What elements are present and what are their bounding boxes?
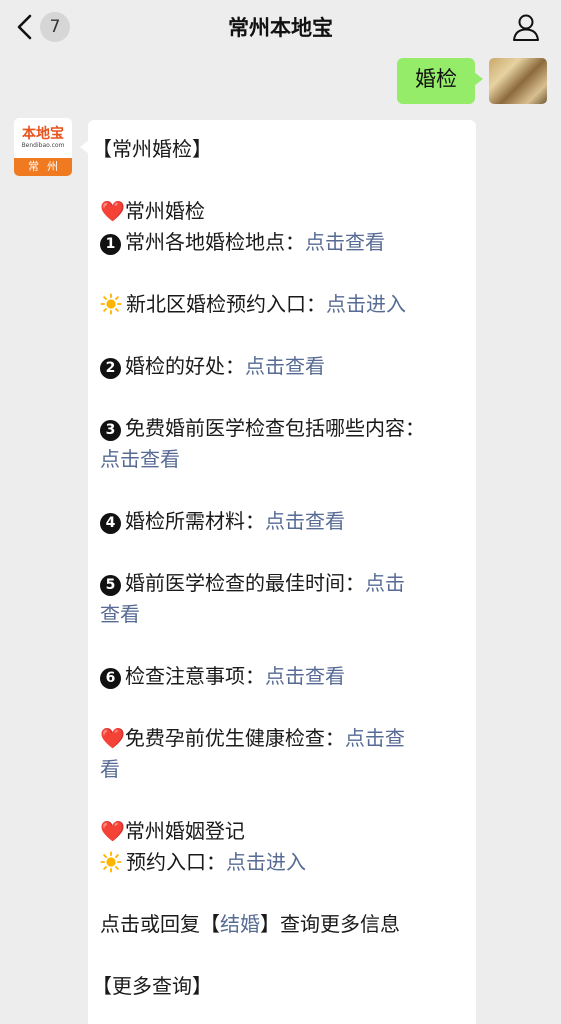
list-item: 5 婚前医学检查的最佳时间：点击 [100, 568, 464, 599]
list-item: 6 检查注意事项：点击查看 [100, 661, 464, 692]
logo-domain: Bendibao.com [21, 142, 65, 149]
navigation-bar: 7 常州本地宝 [0, 0, 561, 54]
section-title: ❤️常州婚姻登记 [100, 819, 245, 843]
view-link[interactable]: 点击查看 [265, 664, 345, 688]
keyword-link[interactable]: 结婚 [220, 912, 260, 936]
list-item: 预约入口：点击进入 [100, 847, 464, 878]
message-footer: 【更多查询】 [92, 974, 212, 998]
view-link[interactable]: 点击查看 [100, 447, 180, 471]
number-six-icon: 6 [100, 668, 121, 689]
sent-message-bubble[interactable]: 婚检 [397, 58, 483, 104]
number-three-icon: 3 [100, 420, 121, 441]
view-link[interactable]: 点击查 [345, 726, 405, 750]
heart-icon: ❤️ [100, 726, 125, 750]
number-five-icon: 5 [100, 575, 121, 596]
list-item: ❤️免费孕前优生健康检查：点击查 [100, 726, 405, 750]
view-link[interactable]: 点击查看 [305, 230, 385, 254]
list-item: 2 婚检的好处：点击查看 [100, 351, 464, 382]
view-link-continued[interactable]: 看 [100, 757, 120, 781]
sun-icon [100, 851, 122, 873]
number-four-icon: 4 [100, 513, 121, 534]
sent-message-row: 婚检 [397, 58, 547, 104]
chat-title: 常州本地宝 [228, 16, 333, 40]
person-icon[interactable] [511, 12, 541, 42]
heart-icon: ❤️ [100, 199, 125, 223]
view-link[interactable]: 点击查看 [265, 509, 345, 533]
number-one-icon: 1 [100, 234, 121, 255]
list-item: 4 婚检所需材料：点击查看 [100, 506, 464, 537]
official-account-avatar[interactable]: 本地宝 Bendibao.com 常州 [14, 118, 72, 176]
logo: 本地宝 Bendibao.com [14, 118, 72, 158]
enter-link[interactable]: 点击进入 [326, 292, 406, 316]
sun-icon [100, 293, 122, 315]
reply-hint: 点击或回复【结婚】查询更多信息 [100, 912, 400, 936]
number-two-icon: 2 [100, 358, 121, 379]
list-item: 1 常州各地婚检地点：点击查看 [100, 227, 464, 258]
list-item: 3 免费婚前医学检查包括哪些内容： [100, 413, 464, 444]
list-item: 新北区婚检预约入口：点击进入 [100, 289, 464, 320]
logo-text: 本地宝 [22, 126, 64, 142]
message-header: 【常州婚检】 [92, 137, 212, 161]
view-link[interactable]: 点击查看 [245, 354, 325, 378]
logo-city: 常州 [14, 158, 72, 176]
enter-link[interactable]: 点击进入 [226, 850, 306, 874]
section-title: ❤️常州婚检 [100, 199, 205, 223]
received-message-bubble: 【常州婚检】 ❤️常州婚检 1 常州各地婚检地点：点击查看 新北区婚检预约入口：点… [80, 120, 476, 1024]
heart-icon: ❤️ [100, 819, 125, 843]
view-link[interactable]: 点击 [365, 571, 405, 595]
user-avatar[interactable] [489, 58, 547, 104]
view-link-continued[interactable]: 查看 [100, 602, 140, 626]
